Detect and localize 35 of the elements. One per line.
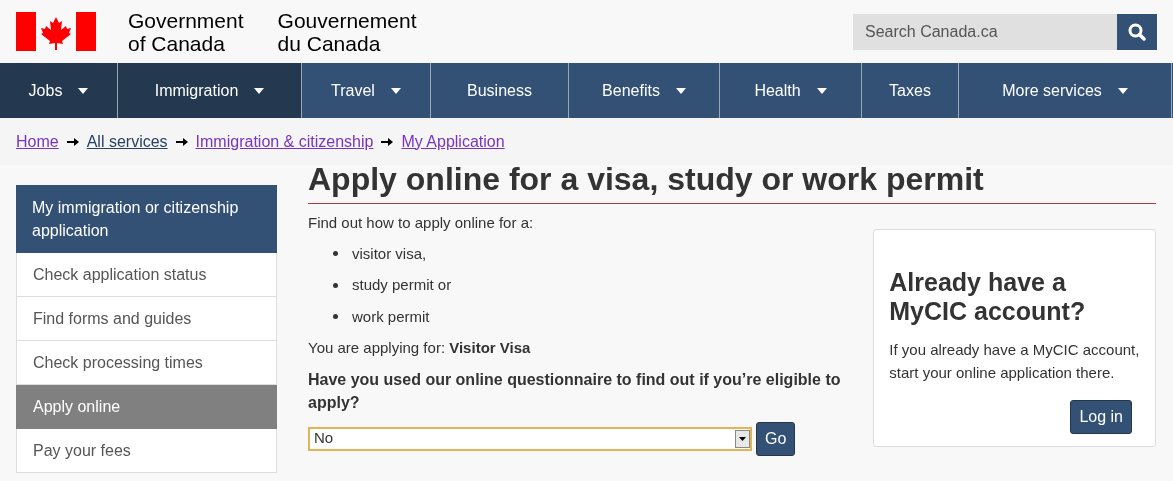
government-name: Gouvernement du Canada bbox=[277, 8, 417, 55]
go-button[interactable]: Go bbox=[756, 421, 796, 456]
list-item: work permit bbox=[352, 306, 430, 327]
sidebar-item[interactable]: Check application status bbox=[16, 253, 277, 297]
breadcrumb-link[interactable]: My Application bbox=[401, 129, 505, 154]
breadcrumb-link[interactable]: Home bbox=[16, 129, 59, 154]
menu-tab[interactable]: Immigration bbox=[118, 63, 302, 118]
menu-tab[interactable]: Jobs bbox=[0, 63, 118, 118]
bullet-icon bbox=[333, 314, 338, 320]
question-text: Have you used our online questionnaire to find out if you’re eligible to apply? bbox=[308, 369, 842, 413]
intro-text: Find out how to apply online for a: bbox=[308, 213, 535, 233]
sidebar-item[interactable]: Find forms and guides bbox=[16, 297, 277, 341]
sidebar-heading[interactable]: My immigration or citizenship application bbox=[16, 185, 277, 253]
list-item: visitor visa, bbox=[352, 243, 427, 264]
search-button[interactable] bbox=[1117, 13, 1157, 50]
panel-title: Already have a MyCIC account? bbox=[889, 268, 1087, 326]
applying-text: You are applying for: Visitor Visa bbox=[308, 338, 532, 358]
arrow-icon bbox=[66, 136, 79, 147]
login-button[interactable]: Log in bbox=[1070, 400, 1132, 434]
arrow-icon bbox=[381, 136, 394, 147]
bullet-icon bbox=[333, 282, 338, 288]
government-name: Government of Canada bbox=[128, 8, 244, 55]
panel-text: If you already have a MyCIC account, start your online application there. bbox=[889, 340, 1140, 383]
sidebar-item[interactable]: Pay your fees bbox=[16, 429, 277, 473]
breadcrumb-link[interactable]: All services bbox=[86, 129, 168, 154]
bullet-icon bbox=[333, 251, 338, 257]
search-field[interactable]: Search Canada.ca bbox=[853, 13, 1117, 50]
page-title: Apply online for a visa, study or work permit bbox=[308, 160, 1156, 204]
search-icon bbox=[1128, 22, 1146, 41]
sidebar-item[interactable]: Check processing times bbox=[16, 341, 277, 385]
list-item: study permit or bbox=[352, 275, 452, 295]
breadcrumb-link[interactable]: Immigration & citizenship bbox=[195, 129, 374, 154]
select-field[interactable]: No bbox=[308, 426, 752, 451]
arrow-icon bbox=[175, 136, 188, 147]
sidebar-item[interactable]: Apply online bbox=[16, 385, 277, 429]
